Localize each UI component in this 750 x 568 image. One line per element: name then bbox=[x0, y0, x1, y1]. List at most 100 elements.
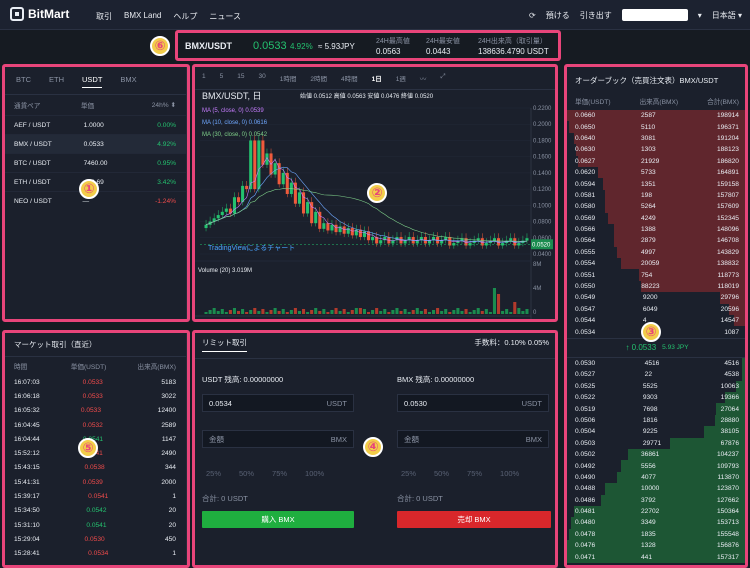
buy-pct-25[interactable]: 25% bbox=[206, 469, 221, 478]
ob-total: 143829 bbox=[716, 248, 739, 256]
col-ob-price: 単価(USDT) bbox=[575, 99, 611, 106]
trade-time: 15:31:10 bbox=[14, 521, 40, 529]
bid-row[interactable]: 0.0504 9225 38105 bbox=[567, 426, 747, 438]
bid-row[interactable]: 0.0519 7698 27064 bbox=[567, 403, 747, 415]
interval-8[interactable]: 1週 bbox=[396, 73, 406, 83]
sell-pct-25[interactable]: 25% bbox=[401, 469, 416, 478]
interval-0[interactable]: 1 bbox=[202, 73, 206, 83]
ask-row[interactable]: 0.0630 1303 188123 bbox=[567, 144, 747, 156]
ma-legend: MA (30, close, 0) 0.0542 bbox=[202, 132, 268, 138]
tradingview-link[interactable]: TradingViewによるチャート bbox=[208, 244, 295, 252]
bid-row[interactable]: 0.0503 29771 67876 bbox=[567, 437, 747, 449]
ask-row[interactable]: 0.0650 5110 196371 bbox=[567, 121, 747, 133]
nav-news[interactable]: ニュース bbox=[209, 11, 241, 22]
price-chart[interactable]: 0.2200 0.2000 0.1800 0.1600 0.1400 0.1200 0.10… bbox=[194, 86, 559, 320]
interval-6[interactable]: 4時間 bbox=[341, 73, 358, 83]
interval-2[interactable]: 15 bbox=[237, 73, 244, 83]
ticker-price: 0.0533 bbox=[253, 40, 287, 52]
trade-price: 0.0542 bbox=[86, 507, 107, 515]
ask-row[interactable]: 0.0549 9200 29796 bbox=[567, 292, 747, 304]
col-ob-amount: 出来高(BMX) bbox=[639, 99, 679, 106]
ask-row[interactable]: 0.0660 2587 198914 bbox=[567, 110, 747, 122]
sell-bmx-button[interactable]: 売却 BMX bbox=[397, 511, 551, 528]
sell-pct-100[interactable]: 100% bbox=[500, 469, 519, 478]
trade-price: 0.0530 bbox=[84, 535, 105, 543]
ask-row[interactable]: 0.0564 2879 146708 bbox=[567, 235, 747, 247]
sell-pct-75[interactable]: 75% bbox=[467, 469, 482, 478]
interval-7[interactable]: 1日 bbox=[372, 73, 382, 83]
bid-row[interactable]: 0.0525 5525 10063 bbox=[567, 380, 747, 392]
indicator-icon[interactable]: 〰 bbox=[420, 73, 427, 83]
col-change[interactable]: 24h% ⬍ bbox=[152, 101, 176, 109]
bid-row[interactable]: 0.0488 10000 123870 bbox=[567, 483, 747, 495]
volume-bar bbox=[419, 311, 423, 314]
bid-row[interactable]: 0.0486 3792 127662 bbox=[567, 494, 747, 506]
language-select[interactable]: 日本語 ▾ bbox=[712, 10, 742, 21]
ob-amount: 9303 bbox=[642, 394, 658, 402]
brand-logo[interactable]: BitMart bbox=[10, 7, 69, 21]
refresh-icon[interactable]: ⟳ bbox=[529, 11, 536, 20]
nav-bmx-land[interactable]: BMX Land bbox=[124, 11, 161, 22]
fullscreen-icon[interactable]: ⤢ bbox=[440, 73, 445, 83]
bid-row[interactable]: 0.0522 9303 19366 bbox=[567, 391, 747, 404]
tab-usdt[interactable]: USDT bbox=[82, 75, 103, 88]
sell-amount-input[interactable]: 金額 BMX bbox=[397, 430, 549, 448]
interval-3[interactable]: 30 bbox=[258, 73, 265, 83]
interval-4[interactable]: 1時間 bbox=[280, 73, 297, 83]
sell-pct-50[interactable]: 50% bbox=[434, 469, 449, 478]
bid-row[interactable]: 0.0527 22 4538 bbox=[567, 369, 747, 381]
ob-price: 0.0519 bbox=[575, 405, 596, 413]
bid-row[interactable]: 0.0490 4077 113870 bbox=[567, 471, 747, 484]
tab-eth[interactable]: ETH bbox=[49, 75, 64, 88]
volume-bar bbox=[253, 308, 257, 314]
buy-pct-100[interactable]: 100% bbox=[305, 469, 324, 478]
annotation-badge-4: ④ bbox=[363, 437, 383, 457]
volume-bar bbox=[379, 311, 383, 314]
bid-row[interactable]: 0.0481 22702 150364 bbox=[567, 505, 747, 518]
ob-total: 196371 bbox=[716, 123, 739, 131]
market-row[interactable]: BMX / USDT 0.0533 4.92% bbox=[4, 134, 186, 153]
ask-row[interactable]: 0.0547 6049 20596 bbox=[567, 303, 747, 316]
bid-row[interactable]: 0.0530 4516 4516 bbox=[567, 357, 747, 370]
deposit-link[interactable]: 預ける bbox=[546, 10, 570, 21]
ask-row[interactable]: 0.0581 198 157807 bbox=[567, 189, 747, 202]
tab-btc[interactable]: BTC bbox=[16, 75, 31, 88]
ask-row[interactable]: 0.0620 5733 164891 bbox=[567, 166, 747, 179]
bid-row[interactable]: 0.0471 441 157317 bbox=[567, 551, 747, 563]
bid-row[interactable]: 0.0478 1835 155548 bbox=[567, 528, 747, 541]
bid-row[interactable]: 0.0492 5556 109793 bbox=[567, 460, 747, 472]
bid-row[interactable]: 0.0476 1328 156876 bbox=[567, 540, 747, 552]
candle-body bbox=[314, 211, 318, 224]
buy-amount-input[interactable]: 金額 BMX bbox=[202, 430, 354, 448]
withdraw-link[interactable]: 引き出す bbox=[580, 10, 612, 21]
account-menu[interactable] bbox=[621, 9, 688, 21]
ask-row[interactable]: 0.0569 4249 152345 bbox=[567, 212, 747, 224]
nav-trade[interactable]: 取引 bbox=[96, 11, 112, 22]
market-row[interactable]: BTC / USDT 7460.00 0.95% bbox=[4, 153, 186, 172]
bid-row[interactable]: 0.0506 1816 28880 bbox=[567, 414, 747, 427]
ask-row[interactable]: 0.0640 3081 191204 bbox=[567, 132, 747, 145]
ask-row[interactable]: 0.0580 5264 157609 bbox=[567, 201, 747, 213]
buy-pct-50[interactable]: 50% bbox=[239, 469, 254, 478]
bid-row[interactable]: 0.0480 3349 153713 bbox=[567, 517, 747, 529]
ask-row[interactable]: 0.0566 1388 148096 bbox=[567, 223, 747, 236]
ma-legend: MA (10, close, 0) 0.0616 bbox=[202, 120, 268, 126]
ask-row[interactable]: 0.0554 20059 138832 bbox=[567, 258, 747, 270]
nav-help[interactable]: ヘルプ bbox=[173, 11, 197, 22]
market-row[interactable]: AEF / USDT 1.0000 0.00% bbox=[4, 115, 186, 134]
col-ob-total: 合計(BMX) bbox=[707, 99, 739, 106]
sell-price-input[interactable]: 0.0530 USDT bbox=[397, 394, 549, 412]
ask-row[interactable]: 0.0594 1351 159158 bbox=[567, 178, 747, 190]
interval-5[interactable]: 2時間 bbox=[310, 73, 327, 83]
tab-bmx[interactable]: BMX bbox=[120, 75, 136, 88]
buy-price-input[interactable]: 0.0534 USDT bbox=[202, 394, 354, 412]
bid-row[interactable]: 0.0502 36861 104237 bbox=[567, 448, 747, 461]
ask-row[interactable]: 0.0551 754 118773 bbox=[567, 269, 747, 281]
ask-row[interactable]: 0.0550 88223 118019 bbox=[567, 280, 747, 293]
tab-limit-order[interactable]: リミット取引 bbox=[202, 337, 247, 352]
buy-bmx-button[interactable]: 購入 BMX bbox=[202, 511, 354, 528]
interval-1[interactable]: 5 bbox=[220, 73, 224, 83]
ask-row[interactable]: 0.0555 4997 143829 bbox=[567, 246, 747, 259]
ask-row[interactable]: 0.0627 21929 186820 bbox=[567, 155, 747, 167]
buy-pct-75[interactable]: 75% bbox=[272, 469, 287, 478]
